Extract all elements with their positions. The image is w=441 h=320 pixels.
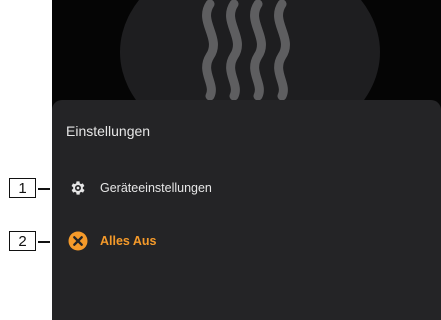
sheet-title: Einstellungen: [66, 123, 151, 139]
app-screen: Einstellungen Geräteeinstellungen Alles …: [52, 0, 441, 320]
all-off-item[interactable]: Alles Aus: [68, 229, 157, 253]
cancel-circle-icon: [68, 231, 88, 251]
device-settings-item[interactable]: Geräteeinstellungen: [68, 176, 212, 200]
callout-1-leader: [38, 188, 50, 190]
callout-1: 1: [9, 178, 36, 198]
callout-2: 2: [9, 231, 36, 251]
device-settings-label: Geräteeinstellungen: [100, 181, 212, 195]
settings-sheet: Einstellungen: [52, 100, 441, 320]
all-off-label: Alles Aus: [100, 234, 157, 248]
steam-icon: [202, 0, 290, 100]
gear-icon: [68, 178, 88, 198]
callout-2-leader: [38, 241, 50, 243]
